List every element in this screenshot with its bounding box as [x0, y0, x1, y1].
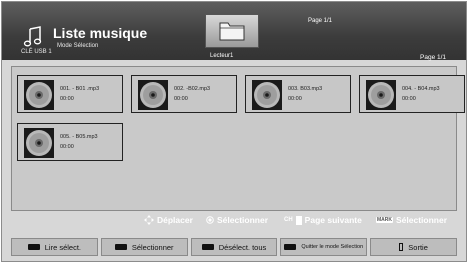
disc-icon [252, 80, 282, 110]
disc-icon [24, 128, 54, 158]
folder-button[interactable] [205, 14, 259, 48]
red-key-icon [27, 244, 40, 250]
file-duration: 00:00 [402, 96, 416, 102]
file-name: 003. B03.mp3 [288, 86, 323, 92]
blue-key-icon [284, 244, 297, 250]
deselect-all-button[interactable]: Désélect. tous [190, 238, 278, 256]
mode-subtitle: Mode Sélection [57, 43, 99, 49]
yellow-key-icon [201, 244, 214, 250]
source-label: CLÉ USB 1 [21, 49, 52, 55]
file-name: 005. - B05.mp3 [60, 134, 98, 140]
key-hints: Déplacer Sélectionner CH Page suivante M… [0, 215, 469, 229]
hint-move: Déplacer [144, 215, 193, 225]
green-key-icon [114, 244, 127, 250]
disc-icon [138, 80, 168, 110]
page-indicator-top: Page 1/1 [308, 18, 333, 24]
select-label: Sélectionner [131, 242, 174, 252]
arrows-icon [144, 215, 154, 225]
hint-next-page: CH Page suivante [284, 215, 362, 225]
disc-icon [366, 80, 396, 110]
music-note-icon [23, 26, 42, 47]
file-duration: 00:00 [60, 144, 74, 150]
folder-icon [219, 22, 245, 41]
file-name: 004. - B04.mp3 [402, 86, 440, 92]
hint-mark-label: Sélectionner [396, 215, 448, 225]
hint-select: Sélectionner [206, 215, 268, 225]
mark-key-icon: MARK [376, 217, 393, 223]
page-title: Liste musique [53, 25, 148, 41]
file-duration: 00:00 [60, 96, 74, 102]
file-duration: 00:00 [288, 96, 302, 102]
exit-button[interactable]: Sortie [370, 238, 457, 256]
play-selected-button[interactable]: Lire sélect. [11, 238, 98, 256]
folder-label: Lecteur1 [210, 53, 234, 59]
deselect-all-label: Désélect. tous [218, 242, 267, 252]
hint-mark: MARK Sélectionner [376, 215, 447, 225]
file-item[interactable]: 005. - B05.mp3 00:00 [17, 123, 123, 161]
exit-icon [399, 243, 404, 251]
ch-key-icon: CH [284, 217, 293, 223]
disc-icon [24, 80, 54, 110]
page-indicator: Page 1/1 [420, 54, 447, 61]
hint-next-page-label: Page suivante [304, 215, 362, 225]
file-duration: 00:00 [174, 96, 188, 102]
file-item[interactable]: 002. -B02.mp3 00:00 [131, 75, 237, 113]
file-name: 002. -B02.mp3 [174, 86, 211, 92]
exit-label: Sortie [408, 242, 428, 252]
footer-buttons: Lire sélect. Sélectionner Désélect. tous… [11, 238, 457, 256]
file-list-panel: 001. - B01 .mp3 00:00 002. -B02.mp3 00:0… [11, 66, 465, 211]
exit-select-mode-button[interactable]: Quitter le mode Sélection [280, 238, 368, 256]
hint-move-label: Déplacer [157, 215, 193, 225]
file-item[interactable]: 001. - B01 .mp3 00:00 [17, 75, 123, 113]
file-item[interactable]: 004. - B04.mp3 00:00 [359, 75, 465, 113]
ch-updown-icon [295, 215, 302, 225]
file-name: 001. - B01 .mp3 [60, 86, 100, 92]
file-item[interactable]: 003. B03.mp3 00:00 [245, 75, 351, 113]
select-button[interactable]: Sélectionner [100, 238, 188, 256]
ok-icon [206, 216, 214, 224]
exit-select-mode-label: Quitter le mode Sélection [301, 244, 364, 250]
hint-select-label: Sélectionner [217, 215, 269, 225]
header-bar: Liste musique Mode Sélection CLÉ USB 1 L… [2, 2, 466, 61]
play-selected-label: Lire sélect. [44, 242, 82, 252]
